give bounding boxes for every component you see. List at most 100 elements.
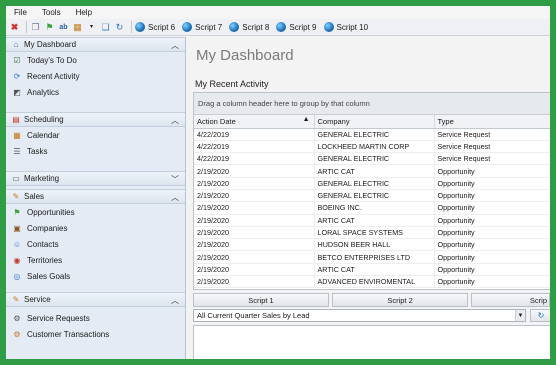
sidebar-item-label: Tasks <box>27 146 48 156</box>
spellcheck-icon[interactable]: ab <box>58 22 69 33</box>
table-row[interactable]: 2/19/2020 ARTIC CAT Opportunity <box>194 263 550 277</box>
table-row[interactable]: 2/19/2020 GENERAL ELECTRIC Opportunity <box>194 189 550 203</box>
sidebar-item-sales-goals[interactable]: ◎ Sales Goals <box>6 268 185 284</box>
goals-icon: ◎ <box>13 271 21 281</box>
service-icon: ✎ <box>12 295 20 304</box>
sort-ascending-icon: ▲ <box>302 116 310 123</box>
copy-pages-icon[interactable]: ❏ <box>100 22 111 33</box>
script-1-button[interactable]: Script 1 <box>193 293 330 307</box>
section-title: My Dashboard <box>24 40 77 49</box>
section-title: Marketing <box>24 174 60 183</box>
sidebar-item-territories[interactable]: ◉ Territories <box>6 252 185 268</box>
table-row[interactable]: 4/22/2019 GENERAL ELECTRIC Service Request <box>194 128 550 141</box>
report-select[interactable]: All Current Quarter Sales by Lead ▼ <box>193 309 526 322</box>
table-row[interactable]: 2/19/2020 GENERAL ELECTRIC Opportunity <box>194 177 550 190</box>
table-row[interactable]: 2/19/2020 ARTIC CAT Opportunity <box>194 214 550 227</box>
toolbar-script-6[interactable]: Script 6 <box>135 22 175 32</box>
home-icon: ⌂ <box>13 40 19 49</box>
column-header-company[interactable]: Company <box>314 115 435 129</box>
cell-type: Opportunity <box>434 214 550 227</box>
group-by-panel[interactable]: Drag a column header here to group by th… <box>194 93 550 115</box>
refresh-icon: ↻ <box>537 311 545 320</box>
copy-icon[interactable]: ❐ <box>30 22 41 33</box>
globe-icon <box>182 22 193 32</box>
sidebar-item-recent-activity[interactable]: ⟳ Recent Activity <box>6 68 185 84</box>
sidebar-item-service-requests[interactable]: ⚙ Service Requests <box>6 310 185 326</box>
toolbar-script-9[interactable]: Script 9 <box>276 22 317 32</box>
sidebar-item-companies[interactable]: ▣ Companies <box>6 220 185 236</box>
cell-type: Opportunity <box>434 238 550 252</box>
calendar-icon[interactable]: ▦ <box>72 22 83 33</box>
sidebar-item-label: Analytics <box>27 87 60 97</box>
toolbar-script-8[interactable]: Script 8 <box>229 22 269 32</box>
briefcase-icon: ▣ <box>13 223 21 233</box>
table-row[interactable]: 2/19/2020 HUDSON BEER HALL Opportunity <box>194 238 550 252</box>
table-row[interactable]: 4/22/2019 GENERAL ELECTRIC Service Request <box>194 152 550 166</box>
cell-type: Service Request <box>434 140 550 154</box>
chevron-up-icon[interactable]: ︿ <box>171 40 179 51</box>
chevron-up-icon[interactable]: ︿ <box>171 295 179 306</box>
menu-help[interactable]: Help <box>76 8 92 17</box>
sidebar-item-calendar[interactable]: ▦ Calendar <box>6 127 185 143</box>
section-header-sales[interactable]: ✎ Sales ︿ <box>6 189 185 204</box>
cell-company: GENERAL ELECTRIC <box>314 152 435 166</box>
chevron-down-icon[interactable]: ▼ <box>515 310 525 321</box>
table-row[interactable]: 4/22/2019 LOCKHEED MARTIN CORP Service Req… <box>194 140 550 154</box>
script-2-button[interactable]: Script 2 <box>332 293 469 307</box>
table-row[interactable]: 2/19/2020 ARTIC CAT Opportunity <box>194 164 550 178</box>
sidebar-item-customer-transactions[interactable]: ⚙ Customer Transactions <box>6 326 185 342</box>
cell-action-date: 2/19/2020 <box>194 189 315 203</box>
table-row[interactable]: 2/19/2020 ADVANCED ENVIROMENTAL Opportunit… <box>194 275 550 289</box>
toolbar-script-label: Script 8 <box>242 22 270 32</box>
script-3-button[interactable]: Scrip <box>471 293 550 307</box>
sales-icon: ✎ <box>12 192 20 201</box>
page-title: My Dashboard <box>196 47 294 64</box>
column-header-action-date[interactable]: Action Date ▲ <box>194 115 315 129</box>
refresh-report-button[interactable]: ↻ <box>530 309 550 322</box>
menu-tools[interactable]: Tools <box>42 8 61 17</box>
sidebar-item-analytics[interactable]: ◩ Analytics <box>6 84 185 100</box>
toolbar-script-10[interactable]: Script 10 <box>323 22 368 32</box>
sidebar-item-tasks[interactable]: ☰ Tasks <box>6 143 185 159</box>
sidebar-item-todays-to-do[interactable]: ☑ Today's To Do <box>6 52 185 68</box>
section-header-marketing[interactable]: ▭ Marketing ﹀ <box>6 171 185 186</box>
cell-action-date: 2/19/2020 <box>194 201 315 215</box>
main-content: My Dashboard My Recent Activity Drag a c… <box>187 37 550 359</box>
section-header-scheduling[interactable]: ▤ Scheduling ︿ <box>6 112 185 127</box>
cell-action-date: 2/19/2020 <box>194 275 315 289</box>
chevron-up-icon[interactable]: ︿ <box>171 115 179 126</box>
toolbar-script-7[interactable]: Script 7 <box>182 22 222 32</box>
sidebar-item-label: Recent Activity <box>27 71 80 81</box>
sidebar-item-label: Today's To Do <box>27 55 77 65</box>
app-window: File Tools Help ✖ ❐ ⚑ ab ▦ ▾ ❏ ↻ Script … <box>6 6 550 359</box>
column-header-type[interactable]: Type <box>434 115 550 129</box>
menu-file[interactable]: File <box>14 8 27 17</box>
refresh-icon[interactable]: ↻ <box>114 22 125 33</box>
chevron-down-icon[interactable]: ﹀ <box>171 174 179 185</box>
chevron-up-icon[interactable]: ︿ <box>171 192 179 203</box>
sidebar-item-contacts[interactable]: ☺ Contacts <box>6 236 185 252</box>
dropdown-arrow-icon[interactable]: ▾ <box>86 22 97 33</box>
globe-icon <box>323 22 334 32</box>
cell-action-date: 4/22/2019 <box>194 140 315 154</box>
transactions-icon: ⚙ <box>13 329 21 339</box>
cell-company: ARTIC CAT <box>314 164 435 178</box>
table-row[interactable]: 2/19/2020 LORAL SPACE SYSTEMS Opportunity <box>194 226 550 240</box>
cell-company: BETCO ENTERPRISES LTD <box>314 250 435 264</box>
activity-table: Action Date ▲ Company Type 4/22/2019 GENER… <box>194 115 550 289</box>
delete-icon[interactable]: ✖ <box>9 22 20 33</box>
sidebar-item-label: Calendar <box>27 130 60 140</box>
toolbar-script-label: Script 6 <box>148 22 176 32</box>
contacts-icon: ☺ <box>12 239 22 249</box>
cell-company: HUDSON BEER HALL <box>314 238 435 252</box>
sidebar-item-opportunities[interactable]: ⚑ Opportunities <box>6 204 185 220</box>
section-header-service[interactable]: ✎ Service ︿ <box>6 292 185 307</box>
section-header-my-dashboard[interactable]: ⌂ My Dashboard ︿ <box>6 37 185 52</box>
cell-type: Opportunity <box>434 189 550 203</box>
table-row[interactable]: 2/19/2020 BETCO ENTERPRISES LTD Opportunit… <box>194 250 550 264</box>
cell-action-date: 2/19/2020 <box>194 263 315 277</box>
table-row[interactable]: 2/19/2020 BOEING INC. Opportunity <box>194 201 550 215</box>
column-label: Type <box>437 116 454 126</box>
flag-icon[interactable]: ⚑ <box>44 22 55 33</box>
cell-company: GENERAL ELECTRIC <box>314 189 435 203</box>
